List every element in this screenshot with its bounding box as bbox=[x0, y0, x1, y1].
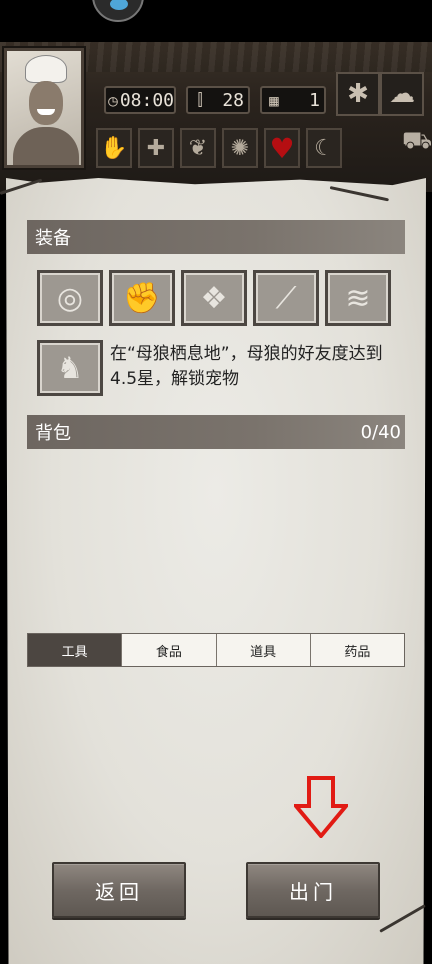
equipment-header: 装备 bbox=[27, 220, 405, 254]
backpack-header: 背包 0/40 bbox=[27, 415, 405, 449]
leaf-icon[interactable]: ✱ bbox=[336, 72, 380, 116]
calendar-icon: ▦ bbox=[269, 90, 279, 110]
tab-items[interactable]: 道具 bbox=[216, 634, 311, 666]
tab-medicine[interactable]: 药品 bbox=[310, 634, 404, 666]
target-icon[interactable]: ◎ bbox=[37, 270, 103, 326]
stomach-icon[interactable]: ❦ bbox=[180, 128, 216, 168]
day-value: 1 bbox=[309, 89, 320, 111]
thermometer-icon: ⫿ bbox=[197, 90, 203, 109]
brain-icon[interactable]: ✺ bbox=[222, 128, 258, 168]
backpack-tabs: 工具 食品 道具 药品 bbox=[27, 633, 405, 667]
day-display: ▦ 1 bbox=[260, 86, 326, 114]
hand-icon[interactable]: ✋ bbox=[96, 128, 132, 168]
wolf-icon[interactable]: ♞ bbox=[37, 340, 103, 396]
down-arrow-icon bbox=[294, 776, 348, 838]
clock-icon: ◷ bbox=[108, 90, 118, 110]
cloud-icon[interactable]: ☁ bbox=[380, 72, 424, 116]
temperature-display: ⫿ 28 bbox=[186, 86, 250, 114]
go-out-button[interactable]: 出门 bbox=[246, 862, 380, 918]
app-logo-icon bbox=[92, 0, 144, 22]
back-button[interactable]: 返回 bbox=[52, 862, 186, 918]
shirt-icon[interactable]: ❖ bbox=[181, 270, 247, 326]
backpack-count: 0/40 bbox=[360, 421, 401, 443]
shopping-cart-icon[interactable]: ⛟ bbox=[402, 126, 432, 157]
equipment-title: 装备 bbox=[35, 228, 71, 249]
moon-icon[interactable]: ☾ bbox=[306, 128, 342, 168]
tab-food[interactable]: 食品 bbox=[122, 634, 217, 666]
tab-tools[interactable]: 工具 bbox=[28, 634, 123, 666]
heart-icon[interactable]: ♥ bbox=[264, 128, 300, 168]
backpack-title: 背包 bbox=[35, 423, 71, 444]
hud-panel: ◷ 08:00 ⫿ 28 ▦ 1 ✱ ☁ ✋ ✚ ❦ ✺ ♥ ☾ ⛟ bbox=[0, 42, 432, 192]
fist-icon[interactable]: ✊ bbox=[109, 270, 175, 326]
chef-portrait[interactable] bbox=[4, 48, 84, 168]
status-icons-row: ✋ ✚ ❦ ✺ ♥ ☾ bbox=[96, 128, 342, 168]
temperature-value: 28 bbox=[222, 89, 244, 111]
time-value: 08:00 bbox=[119, 89, 174, 111]
system-top-bar bbox=[0, 0, 432, 42]
time-display: ◷ 08:00 bbox=[104, 86, 176, 114]
pet-unlock-hint: 在“母狼栖息地”，母狼的好友度达到4.5星，解锁宠物 bbox=[110, 344, 383, 389]
logs-icon[interactable]: ≋ bbox=[325, 270, 391, 326]
torch-icon[interactable]: ⟋ bbox=[253, 270, 319, 326]
plus-icon[interactable]: ✚ bbox=[138, 128, 174, 168]
